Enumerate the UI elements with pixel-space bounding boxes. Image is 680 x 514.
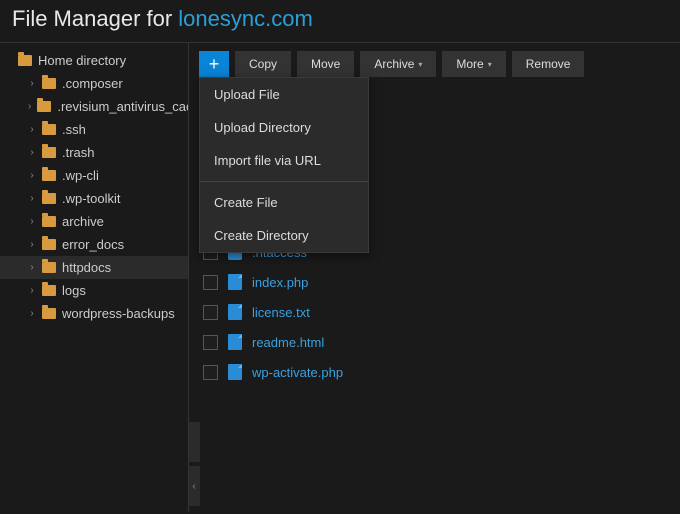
- expand-icon[interactable]: ›: [28, 285, 36, 296]
- file-row[interactable]: readme.html: [199, 327, 670, 357]
- sidebar-item-label: archive: [62, 214, 104, 229]
- sidebar-item[interactable]: › error_docs: [0, 233, 188, 256]
- menu-divider: [200, 181, 368, 182]
- file-icon: [228, 334, 242, 350]
- file-name[interactable]: wp-activate.php: [252, 365, 343, 380]
- chevron-down-icon: ▾: [418, 60, 422, 69]
- expand-icon[interactable]: ›: [28, 216, 36, 227]
- row-checkbox[interactable]: [203, 305, 218, 320]
- sidebar-item[interactable]: › .trash: [0, 141, 188, 164]
- menu-create-directory[interactable]: Create Directory: [200, 219, 368, 252]
- file-icon: [228, 274, 242, 290]
- sidebar-item[interactable]: › .composer: [0, 72, 188, 95]
- row-checkbox[interactable]: [203, 275, 218, 290]
- tree-root[interactable]: Home directory: [0, 49, 188, 72]
- file-row[interactable]: wp-activate.php: [199, 357, 670, 387]
- folder-icon: [37, 101, 51, 112]
- sidebar-item[interactable]: › .wp-toolkit: [0, 187, 188, 210]
- menu-upload-directory[interactable]: Upload Directory: [200, 111, 368, 144]
- expand-icon[interactable]: ›: [28, 262, 36, 273]
- move-button[interactable]: Move: [297, 51, 354, 77]
- scroll-region[interactable]: [189, 422, 200, 462]
- folder-icon: [42, 216, 56, 227]
- file-icon: [228, 364, 242, 380]
- expand-icon[interactable]: ›: [28, 124, 36, 135]
- sidebar-item-label: .revisium_antivirus_cache: [57, 99, 189, 114]
- new-dropdown: Upload File Upload Directory Import file…: [199, 77, 369, 253]
- menu-upload-file[interactable]: Upload File: [200, 78, 368, 111]
- file-row[interactable]: index.php: [199, 267, 670, 297]
- sidebar-item-label: .composer: [62, 76, 123, 91]
- sidebar-item-label: .wp-cli: [62, 168, 99, 183]
- folder-icon: [42, 308, 56, 319]
- folder-icon: [42, 147, 56, 158]
- title-prefix: File Manager for: [12, 6, 178, 31]
- sidebar-item-label: .trash: [62, 145, 95, 160]
- sidebar-item[interactable]: › wordpress-backups: [0, 302, 188, 325]
- folder-icon: [42, 239, 56, 250]
- expand-icon[interactable]: ›: [28, 78, 36, 89]
- folder-icon: [18, 55, 32, 66]
- sidebar-item-label: httpdocs: [62, 260, 111, 275]
- sidebar-item[interactable]: › .revisium_antivirus_cache: [0, 95, 188, 118]
- file-name[interactable]: index.php: [252, 275, 308, 290]
- expand-icon[interactable]: ›: [28, 308, 36, 319]
- sidebar-item[interactable]: › httpdocs: [0, 256, 188, 279]
- sidebar-item[interactable]: › .ssh: [0, 118, 188, 141]
- file-icon: [228, 304, 242, 320]
- folder-icon: [42, 170, 56, 181]
- expand-icon[interactable]: ›: [28, 239, 36, 250]
- new-button[interactable]: +: [199, 51, 229, 77]
- content-pane: + Copy Move Archive▾ More▾ Remove Upload…: [189, 43, 680, 512]
- sidebar-item-label: logs: [62, 283, 86, 298]
- chevron-down-icon: ▾: [488, 60, 492, 69]
- sidebar-item-label: .wp-toolkit: [62, 191, 121, 206]
- sidebar: Home directory › .composer › .revisium_anti…: [0, 43, 189, 512]
- sidebar-item-label: error_docs: [62, 237, 124, 252]
- expand-icon[interactable]: ›: [28, 193, 36, 204]
- menu-import-url[interactable]: Import file via URL: [200, 144, 368, 177]
- folder-icon: [42, 124, 56, 135]
- page-title: File Manager for lonesync.com: [0, 0, 680, 42]
- menu-create-file[interactable]: Create File: [200, 186, 368, 219]
- sidebar-item[interactable]: › archive: [0, 210, 188, 233]
- folder-icon: [42, 193, 56, 204]
- sidebar-item[interactable]: › logs: [0, 279, 188, 302]
- sidebar-item[interactable]: › .wp-cli: [0, 164, 188, 187]
- folder-icon: [42, 262, 56, 273]
- expand-icon[interactable]: ›: [28, 147, 36, 158]
- title-domain[interactable]: lonesync.com: [178, 6, 313, 31]
- collapse-sidebar-toggle[interactable]: ‹: [189, 466, 200, 506]
- folder-icon: [42, 78, 56, 89]
- copy-button[interactable]: Copy: [235, 51, 291, 77]
- more-button[interactable]: More▾: [442, 51, 505, 77]
- remove-button[interactable]: Remove: [512, 51, 585, 77]
- expand-icon[interactable]: ›: [28, 101, 31, 112]
- file-name[interactable]: readme.html: [252, 335, 324, 350]
- toolbar: + Copy Move Archive▾ More▾ Remove: [199, 51, 670, 77]
- file-name[interactable]: license.txt: [252, 305, 310, 320]
- file-row[interactable]: license.txt: [199, 297, 670, 327]
- tree-root-label: Home directory: [38, 53, 126, 68]
- archive-button[interactable]: Archive▾: [360, 51, 436, 77]
- expand-icon[interactable]: ›: [28, 170, 36, 181]
- sidebar-item-label: wordpress-backups: [62, 306, 175, 321]
- row-checkbox[interactable]: [203, 335, 218, 350]
- row-checkbox[interactable]: [203, 365, 218, 380]
- sidebar-item-label: .ssh: [62, 122, 86, 137]
- folder-icon: [42, 285, 56, 296]
